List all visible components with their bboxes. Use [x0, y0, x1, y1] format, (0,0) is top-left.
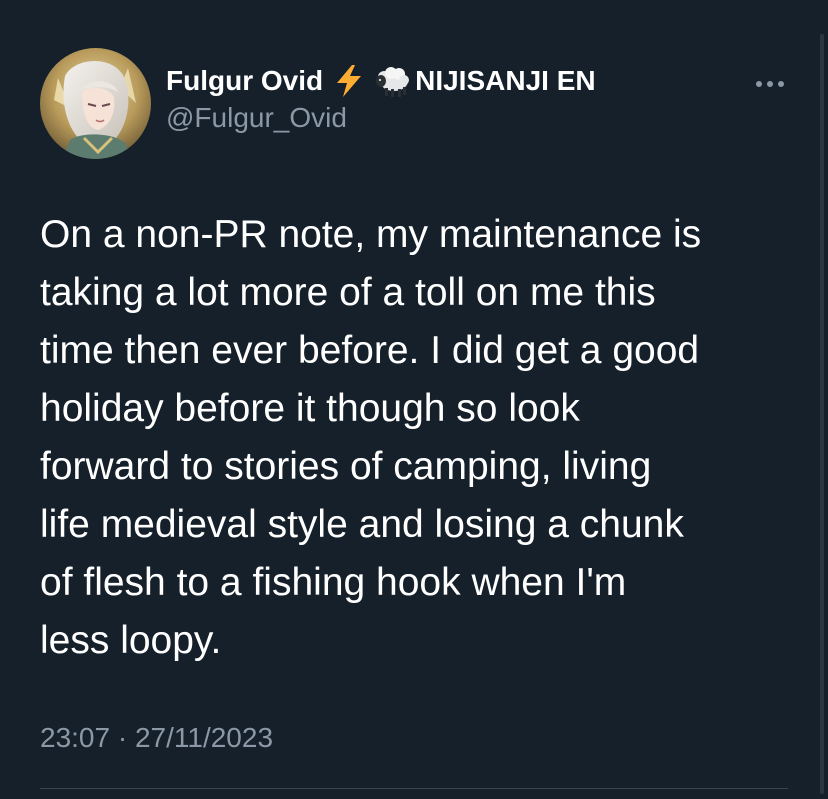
- tweet-text-line: time then ever before. I did get a good: [40, 329, 700, 372]
- avatar[interactable]: [40, 48, 151, 159]
- tweet-text-line: less loopy.: [40, 619, 222, 662]
- tweet-text: On a non-PR note, my maintenance is taki…: [40, 206, 800, 670]
- display-name-row[interactable]: Fulgur Ovid NIJISANJI EN: [166, 62, 596, 100]
- tweet-text-line: holiday before it though so look: [40, 387, 580, 430]
- display-name-suffix[interactable]: NIJISANJI EN: [415, 65, 596, 97]
- tweet-text-line: On a non-PR note, my maintenance is: [40, 213, 702, 256]
- author-names: Fulgur Ovid NIJISANJI EN @Fulgur_Ovid: [166, 62, 596, 134]
- more-horizontal-icon: [756, 81, 784, 87]
- tweet-time: 23:07: [40, 722, 111, 753]
- lightning-emoji-icon: [333, 64, 365, 98]
- tweet-text-line: taking a lot more of a toll on me this: [40, 271, 656, 314]
- more-options-button[interactable]: [750, 72, 790, 96]
- tweet-timestamp[interactable]: 23:07 · 27/11/2023: [40, 722, 273, 754]
- tweet-header: Fulgur Ovid NIJISANJI EN @Fulgur_Ovid: [40, 48, 790, 160]
- display-name[interactable]: Fulgur Ovid: [166, 65, 323, 97]
- sheep-emoji-icon: [375, 64, 410, 98]
- meta-separator: ·: [117, 722, 128, 753]
- tweet-card: Fulgur Ovid NIJISANJI EN @Fulgur_Ovid On…: [0, 0, 828, 799]
- tweet-text-line: of flesh to a fishing hook when I'm: [40, 561, 627, 604]
- author-handle[interactable]: @Fulgur_Ovid: [166, 102, 596, 134]
- scrollbar[interactable]: [820, 34, 824, 794]
- tweet-text-line: life medieval style and losing a chunk: [40, 503, 684, 546]
- tweet-text-line: forward to stories of camping, living: [40, 445, 652, 488]
- tweet-date: 27/11/2023: [134, 722, 274, 753]
- divider: [40, 788, 788, 789]
